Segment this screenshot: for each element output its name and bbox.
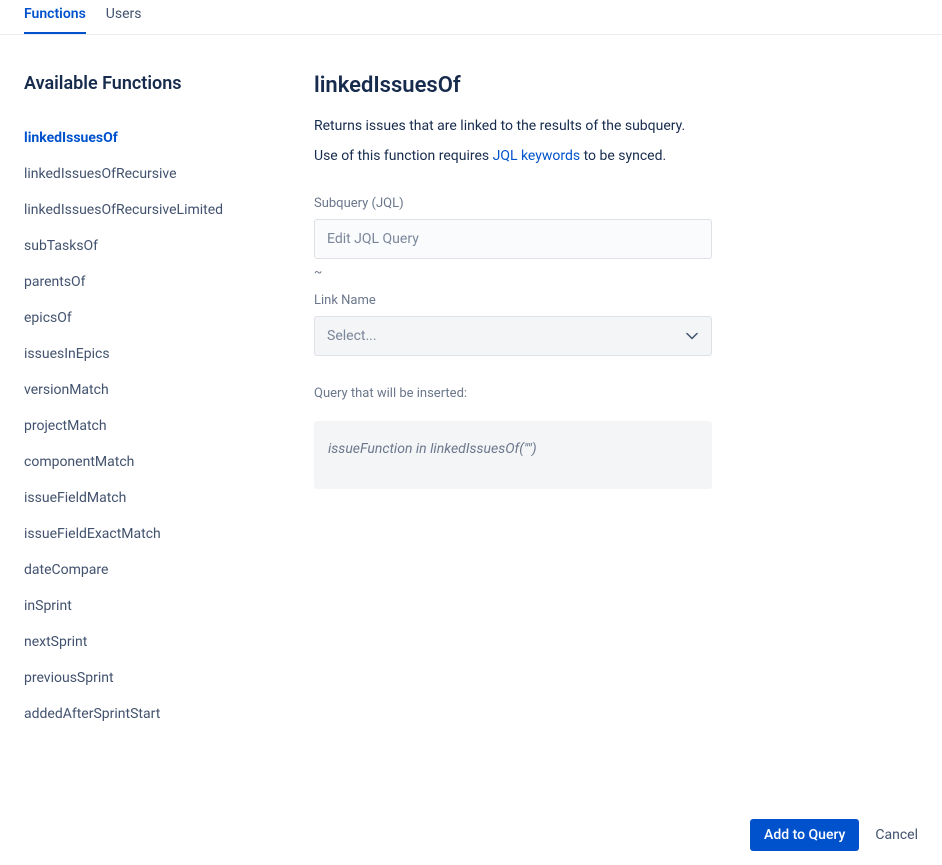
sidebar: Available Functions linkedIssuesOf linke… xyxy=(24,73,314,732)
subquery-label: Subquery (JQL) xyxy=(314,196,918,211)
function-item[interactable]: subTasksOf xyxy=(24,228,314,264)
content-area: Available Functions linkedIssuesOf linke… xyxy=(0,35,942,732)
usage-prefix: Use of this function requires xyxy=(314,148,493,164)
function-item[interactable]: issueFieldMatch xyxy=(24,480,314,516)
sidebar-title: Available Functions xyxy=(24,73,314,94)
query-preview-box: issueFunction in linkedIssuesOf("") xyxy=(314,421,712,489)
linkname-select-wrap: Select... xyxy=(314,316,712,356)
usage-note: Use of this function requires JQL keywor… xyxy=(314,148,918,164)
main-panel: linkedIssuesOf Returns issues that are l… xyxy=(314,73,918,732)
function-item[interactable]: projectMatch xyxy=(24,408,314,444)
function-item[interactable]: epicsOf xyxy=(24,300,314,336)
function-title: linkedIssuesOf xyxy=(314,73,918,98)
function-item[interactable]: issuesInEpics xyxy=(24,336,314,372)
tilde-marker: ~ xyxy=(314,265,918,279)
cancel-button[interactable]: Cancel xyxy=(875,827,918,843)
query-preview-text: issueFunction in linkedIssuesOf("") xyxy=(328,441,537,457)
function-list: linkedIssuesOf linkedIssuesOfRecursive l… xyxy=(24,120,314,732)
function-item[interactable]: componentMatch xyxy=(24,444,314,480)
function-item[interactable]: previousSprint xyxy=(24,660,314,696)
subquery-input[interactable] xyxy=(314,219,712,259)
function-item[interactable]: nextSprint xyxy=(24,624,314,660)
query-preview-label: Query that will be inserted: xyxy=(314,386,918,401)
function-item[interactable]: dateCompare xyxy=(24,552,314,588)
tab-users[interactable]: Users xyxy=(106,0,142,34)
linkname-select[interactable]: Select... xyxy=(314,316,712,356)
function-item[interactable]: linkedIssuesOfRecursive xyxy=(24,156,314,192)
tabs-bar: Functions Users xyxy=(0,0,942,35)
function-item[interactable]: linkedIssuesOf xyxy=(24,120,314,156)
function-item[interactable]: linkedIssuesOfRecursiveLimited xyxy=(24,192,314,228)
function-item[interactable]: inSprint xyxy=(24,588,314,624)
function-item[interactable]: versionMatch xyxy=(24,372,314,408)
function-item[interactable]: addedAfterSprintStart xyxy=(24,696,314,732)
function-item[interactable]: issueFieldExactMatch xyxy=(24,516,314,552)
subquery-field-group: Subquery (JQL) ~ Link Name Select... Que… xyxy=(314,196,918,489)
linkname-placeholder: Select... xyxy=(327,328,377,344)
tab-functions[interactable]: Functions xyxy=(24,0,86,34)
linkname-label: Link Name xyxy=(314,293,918,308)
footer-actions: Add to Query Cancel xyxy=(750,819,918,851)
jql-keywords-link[interactable]: JQL keywords xyxy=(493,148,581,164)
function-item[interactable]: parentsOf xyxy=(24,264,314,300)
function-description: Returns issues that are linked to the re… xyxy=(314,118,918,134)
add-to-query-button[interactable]: Add to Query xyxy=(750,819,859,851)
usage-suffix: to be synced. xyxy=(580,148,666,164)
